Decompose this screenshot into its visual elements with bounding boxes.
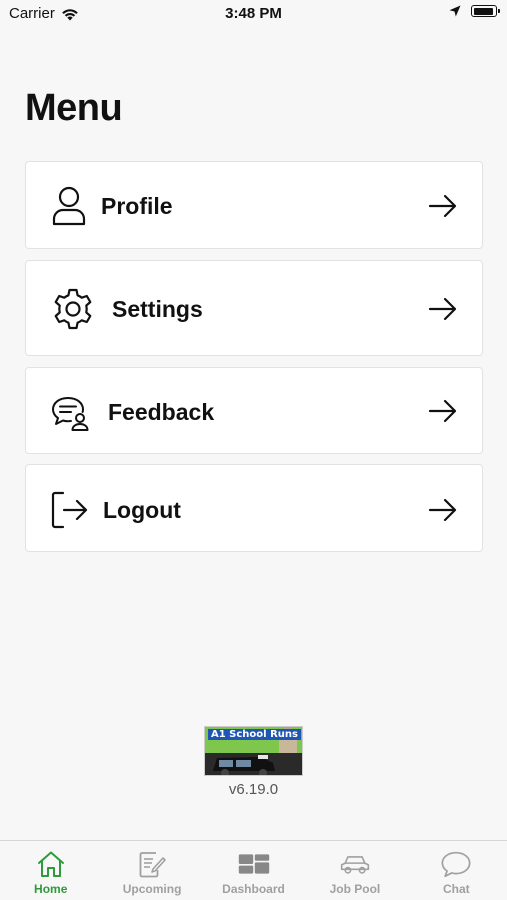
car-icon (339, 849, 371, 879)
battery-fill (473, 7, 494, 15)
app-version: v6.19.0 (228, 781, 279, 798)
arrow-right-icon (428, 498, 457, 522)
tab-bar: Home Upcoming Dashboard Job Pool Chat (0, 840, 507, 900)
logo-text: A1 School Runs (208, 729, 301, 740)
app-logo: A1 School Runs (204, 726, 303, 776)
tab-label: Upcoming (122, 882, 182, 896)
menu-item-label: Feedback (108, 399, 215, 425)
status-time: 3:48 PM (225, 5, 282, 22)
location-arrow-icon (449, 5, 461, 17)
status-bar: Carrier 3:48 PM (0, 0, 507, 28)
menu-item-logout[interactable]: Logout (25, 464, 483, 552)
chat-bubble-icon (440, 849, 472, 879)
notepad-pencil-icon (136, 849, 168, 879)
arrow-right-icon (428, 399, 457, 423)
menu-item-profile[interactable]: Profile (25, 161, 483, 249)
page-title: Menu (25, 87, 123, 129)
menu-item-feedback[interactable]: Feedback (25, 367, 483, 454)
arrow-right-icon (428, 297, 457, 321)
home-icon (35, 849, 67, 879)
tab-label: Home (34, 882, 68, 896)
dashboard-icon (238, 849, 270, 879)
menu-item-label: Logout (103, 497, 181, 523)
tab-job-pool[interactable]: Job Pool (304, 841, 405, 900)
tab-home[interactable]: Home (0, 841, 101, 900)
tab-chat[interactable]: Chat (406, 841, 507, 900)
battery-icon (471, 5, 500, 17)
status-right (449, 5, 500, 17)
tab-upcoming[interactable]: Upcoming (101, 841, 202, 900)
tab-label: Job Pool (329, 882, 381, 896)
feedback-chat-icon (51, 390, 97, 436)
logout-icon (51, 487, 97, 533)
menu-item-label: Profile (101, 193, 173, 219)
tab-label: Chat (442, 882, 470, 896)
menu-item-settings[interactable]: Settings (25, 260, 483, 356)
menu-item-label: Settings (112, 296, 203, 322)
tab-dashboard[interactable]: Dashboard (203, 841, 304, 900)
arrow-right-icon (428, 194, 457, 218)
person-icon (51, 183, 97, 229)
tab-label: Dashboard (222, 882, 285, 896)
gear-icon (51, 286, 97, 332)
